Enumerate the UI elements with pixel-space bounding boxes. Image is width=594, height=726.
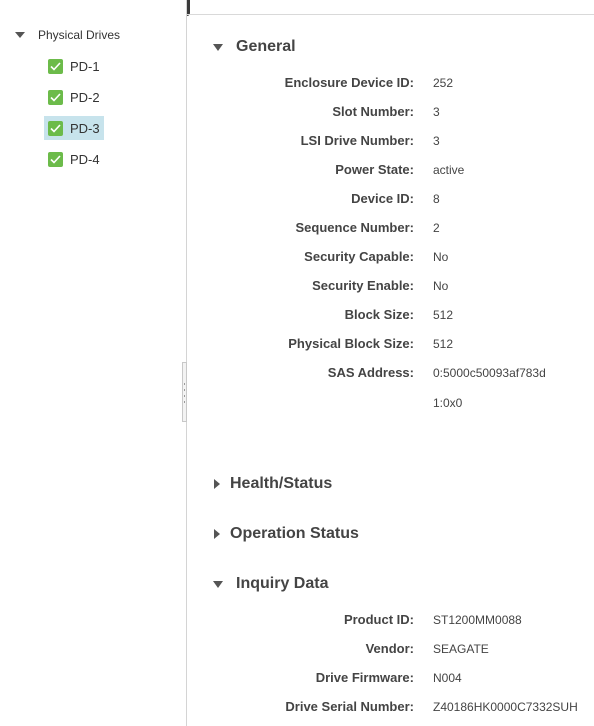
checkmark-icon xyxy=(48,151,63,167)
prop-value: 1:0x0 xyxy=(433,396,463,410)
prop-label: Drive Serial Number: xyxy=(285,699,414,714)
collapse-triangle-icon[interactable] xyxy=(213,43,223,51)
collapse-triangle-icon[interactable] xyxy=(213,580,223,588)
prop-row: Vendor: SEAGATE xyxy=(200,641,594,661)
tree-item-pd-3[interactable]: PD-3 xyxy=(44,116,104,140)
prop-value: 512 xyxy=(433,337,454,351)
tree-item-pd-2[interactable]: PD-2 xyxy=(44,85,104,109)
prop-label: Drive Firmware: xyxy=(315,670,414,685)
prop-label: Sequence Number: xyxy=(295,220,414,235)
content-top-border xyxy=(186,14,594,15)
prop-row: Block Size: 512 xyxy=(200,307,594,327)
tree-item-label: PD-3 xyxy=(70,120,100,136)
checkmark-icon xyxy=(48,58,63,74)
checkmark-icon xyxy=(48,120,63,136)
prop-label: Slot Number: xyxy=(332,104,414,119)
prop-row: LSI Drive Number: 3 xyxy=(200,133,594,153)
prop-row: Device ID: 8 xyxy=(200,191,594,211)
prop-label: Block Size: xyxy=(344,307,414,322)
prop-value: No xyxy=(433,250,449,264)
prop-label: Vendor: xyxy=(365,641,414,656)
expand-triangle-icon[interactable] xyxy=(214,529,220,539)
prop-row: Slot Number: 3 xyxy=(200,104,594,124)
splitter-drag-handle[interactable] xyxy=(182,362,187,422)
checkmark-icon xyxy=(48,89,63,105)
tree-item-label: PD-4 xyxy=(70,151,100,167)
prop-value: SEAGATE xyxy=(433,642,489,656)
prop-value: 8 xyxy=(433,192,440,206)
section-health-status-header[interactable]: Health/Status xyxy=(214,475,332,493)
prop-row: Security Capable: No xyxy=(200,249,594,269)
prop-label: Security Enable: xyxy=(312,278,414,293)
prop-row: Power State: active xyxy=(200,162,594,182)
prop-label: Power State: xyxy=(335,162,414,177)
section-title: Operation Status xyxy=(230,525,359,542)
prop-value: ST1200MM0088 xyxy=(433,613,522,627)
tree-item-label: PD-1 xyxy=(70,58,100,74)
prop-label: Enclosure Device ID: xyxy=(284,75,414,90)
prop-row: 1:0x0 xyxy=(200,395,594,415)
section-general-header[interactable]: General xyxy=(213,38,296,56)
tree-item-label: PD-2 xyxy=(70,89,100,105)
tree-root-label: Physical Drives xyxy=(38,28,121,42)
expand-triangle-icon[interactable] xyxy=(214,479,220,489)
tree-item-pd-4[interactable]: PD-4 xyxy=(44,147,104,171)
prop-row: Physical Block Size: 512 xyxy=(200,336,594,356)
prop-row: SAS Address: 0:5000c50093af783d xyxy=(200,365,594,385)
prop-value: active xyxy=(433,163,465,177)
prop-value: 0:5000c50093af783d xyxy=(433,366,546,380)
expand-triangle-icon[interactable] xyxy=(15,32,25,38)
prop-row: Drive Firmware: N004 xyxy=(200,670,594,690)
prop-value: No xyxy=(433,279,449,293)
prop-value: 252 xyxy=(433,76,454,90)
section-operation-status-header[interactable]: Operation Status xyxy=(214,525,359,543)
prop-row: Sequence Number: 2 xyxy=(200,220,594,240)
prop-label: LSI Drive Number: xyxy=(300,133,414,148)
prop-label: Device ID: xyxy=(351,191,414,206)
section-title: Inquiry Data xyxy=(236,575,329,592)
prop-row: Security Enable: No xyxy=(200,278,594,298)
tree-item-pd-1[interactable]: PD-1 xyxy=(44,54,104,78)
section-inquiry-data-header[interactable]: Inquiry Data xyxy=(213,575,328,593)
prop-value: 3 xyxy=(433,134,440,148)
prop-label: Security Capable: xyxy=(304,249,414,264)
prop-row: Enclosure Device ID: 252 xyxy=(200,75,594,95)
prop-value: Z40186HK0000C7332SUH xyxy=(433,700,578,714)
tree-root-physical-drives[interactable]: Physical Drives xyxy=(15,26,120,44)
prop-row: Drive Serial Number: Z40186HK0000C7332SU… xyxy=(200,699,594,719)
prop-row: Product ID: ST1200MM0088 xyxy=(200,612,594,632)
prop-label: SAS Address: xyxy=(327,365,414,380)
prop-value: 512 xyxy=(433,308,454,322)
section-title: Health/Status xyxy=(230,475,333,492)
section-title: General xyxy=(236,38,296,55)
prop-label: Product ID: xyxy=(343,612,414,627)
prop-value: 2 xyxy=(433,221,440,235)
prop-label: Physical Block Size: xyxy=(288,336,414,351)
prop-value: N004 xyxy=(433,671,462,685)
prop-value: 3 xyxy=(433,105,440,119)
